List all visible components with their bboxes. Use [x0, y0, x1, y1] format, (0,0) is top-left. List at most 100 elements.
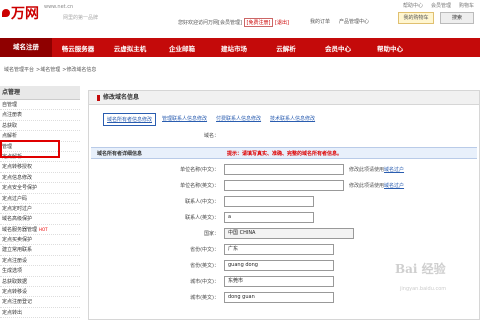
field-label: 城市(中文)：: [190, 279, 219, 285]
form-row: 单位名称(中文)： 修改此项请使用域名过户: [89, 163, 479, 177]
welcome-bar: 您好欢迎访问万网[会员管理] [免费注册] [退出]: [178, 18, 289, 27]
nav-enterprise-mail[interactable]: 企业邮箱: [156, 43, 208, 53]
breadcrumb-item: >修改域名信息: [62, 67, 97, 73]
field-label: 联系人(中文)：: [185, 199, 219, 205]
sidebar-item[interactable]: 定点信息修改: [0, 173, 80, 184]
hot-badge: HOT: [39, 226, 48, 232]
sidebar-item[interactable]: 定点安全号保护: [0, 183, 80, 194]
panel-title: 修改域名信息: [89, 91, 479, 105]
logo-mark-icon: [2, 9, 10, 17]
nav-cloud-dns[interactable]: 云解析: [260, 43, 312, 53]
sidebar-item[interactable]: 定点买卖保护: [0, 235, 80, 246]
sidebar: 点管理 自管理 点注册表 总获取 点解析 管理 定点解析 定点转移授权 定点信息…: [0, 86, 80, 320]
member-link[interactable]: 会员管理: [431, 2, 451, 9]
contact-en-input[interactable]: a: [224, 212, 314, 223]
contact-cn-input[interactable]: [224, 196, 314, 207]
logo-text: 万网: [11, 6, 39, 22]
sidebar-item[interactable]: 定点注册设: [0, 256, 80, 267]
tab-billing-contact[interactable]: 付费联系人信息修改: [213, 113, 264, 126]
org-name-cn-input[interactable]: [224, 164, 344, 175]
sidebar-item[interactable]: 生成选项: [0, 266, 80, 277]
sidebar-item[interactable]: 自管理: [0, 100, 80, 111]
panel-tabs: 域名所有者信息修改 管理联系人信息修改 付费联系人信息修改 技术联系人信息修改: [103, 113, 318, 126]
domain-label: 域名：: [203, 133, 219, 139]
form-row: 城市(英文)： dong guan: [89, 291, 479, 305]
tab-owner-info[interactable]: 域名所有者信息修改: [103, 113, 157, 126]
top-links: 帮助中心 会员管理 购物车: [403, 2, 474, 9]
hint-text: 修改此项请使用: [349, 167, 385, 173]
field-label: 省份(英文)：: [190, 263, 219, 269]
cart-link[interactable]: 购物车: [459, 2, 474, 9]
watermark-url: jingyan.baidu.com: [400, 286, 447, 292]
section-title: 域名所有者详细信息: [97, 151, 143, 157]
breadcrumb-item[interactable]: 域名管理平台: [4, 66, 34, 73]
country-select[interactable]: 中国 CHINA: [224, 228, 354, 239]
sidebar-item[interactable]: 总获取: [0, 121, 80, 132]
form-row: 省份(中文)： 广东: [89, 243, 479, 257]
tab-tech-contact[interactable]: 技术联系人信息修改: [267, 113, 318, 126]
sidebar-item[interactable]: 点注册表: [0, 110, 80, 121]
domain-row: 域名：: [89, 129, 479, 143]
nav-help-center[interactable]: 帮助中心: [364, 43, 416, 53]
city-cn-input[interactable]: 东莞市: [224, 276, 334, 287]
form-row: 联系人(英文)： a: [89, 211, 479, 225]
transfer-link[interactable]: 域名过户: [384, 183, 404, 189]
sidebar-item[interactable]: 总获取数据: [0, 277, 80, 288]
form-row: 联系人(中文)：: [89, 195, 479, 209]
form-row: 国家： 中国 CHINA: [89, 227, 479, 241]
product-center-link[interactable]: 产品管理中心: [339, 18, 369, 25]
nav-domain-register[interactable]: 域名注册: [0, 38, 52, 57]
search-button[interactable]: 搜索: [440, 12, 474, 24]
watermark-logo: Bai 经验: [395, 262, 446, 276]
city-en-input[interactable]: dong guan: [224, 292, 334, 303]
panel-title-text: 修改域名信息: [103, 94, 140, 101]
logo-url: www.net.cn: [44, 4, 74, 10]
sidebar-item-dns-server[interactable]: 域名服务器管理 HOT: [0, 225, 80, 236]
breadcrumb-item[interactable]: >域名管理: [36, 66, 60, 73]
top-header: 万网 www.net.cn 网里的第一品牌 您好欢迎访问万网[会员管理] [免费…: [0, 0, 480, 38]
help-link[interactable]: 帮助中心: [403, 2, 423, 9]
field-label: 单位名称(英文)：: [180, 183, 219, 189]
sidebar-item[interactable]: 定点过户码: [0, 194, 80, 204]
nav-cloud-host[interactable]: 云虚拟主机: [104, 43, 156, 53]
warning-text: 提示：请填写真实、准确、完整的域名所有者信息。: [227, 151, 343, 157]
nav-site-market[interactable]: 建站市场: [208, 43, 260, 53]
nav-member-center[interactable]: 会员中心: [312, 43, 364, 53]
field-label: 省份(中文)：: [190, 247, 219, 253]
welcome-text: 您好欢迎访问万网[会员管理]: [178, 20, 242, 26]
field-label: 城市(英文)：: [190, 295, 219, 301]
field-label: 国家：: [203, 231, 219, 237]
cart-button[interactable]: 我的购物车: [398, 12, 434, 24]
top-nav: 我的订单 产品管理中心: [310, 18, 369, 25]
tab-admin-contact[interactable]: 管理联系人信息修改: [159, 113, 210, 126]
field-hint: 修改此项请使用域名过户: [349, 166, 404, 173]
transfer-link[interactable]: 域名过户: [384, 167, 404, 173]
sidebar-item[interactable]: 定点转移授权: [0, 162, 80, 173]
section-info-bar: 域名所有者详细信息 提示：请填写真实、准确、完整的域名所有者信息。: [91, 147, 477, 159]
sidebar-item[interactable]: 域名高级保护: [0, 214, 80, 225]
sidebar-title: 点管理: [0, 86, 80, 100]
sidebar-item[interactable]: 建立常用联系: [0, 245, 80, 256]
sidebar-item[interactable]: 定点定时过户: [0, 204, 80, 215]
field-hint: 修改此项请使用域名过户: [349, 182, 404, 189]
logo-slogan: 网里的第一品牌: [63, 15, 99, 21]
free-register-link[interactable]: [免费注册]: [243, 18, 274, 27]
field-label: 单位名称(中文)：: [180, 167, 219, 173]
sidebar-item-label: 域名服务器管理: [2, 226, 38, 233]
province-en-input[interactable]: guang dong: [224, 260, 334, 271]
logout-link[interactable]: [退出]: [275, 20, 289, 26]
breadcrumb: 域名管理平台 >域名管理 >修改域名信息: [4, 66, 96, 73]
form-row: 单位名称(英文)： 修改此项请使用域名过户: [89, 179, 479, 193]
my-orders-link[interactable]: 我的订单: [310, 18, 330, 25]
field-label: 联系人(英文)：: [185, 215, 219, 221]
sidebar-item[interactable]: 定点注册登记: [0, 297, 80, 308]
province-cn-input[interactable]: 广东: [224, 244, 334, 255]
sidebar-item[interactable]: 定点转移设: [0, 287, 80, 298]
hint-text: 修改此项请使用: [349, 183, 385, 189]
nav-cloud-server[interactable]: 畅云服务器: [52, 43, 104, 53]
sidebar-item[interactable]: 定点转出: [0, 308, 80, 319]
main-nav: 域名注册 畅云服务器 云虚拟主机 企业邮箱 建站市场 云解析 会员中心 帮助中心: [0, 38, 480, 57]
sidebar-highlight-box: [0, 140, 60, 158]
logo[interactable]: 万网: [2, 3, 39, 23]
org-name-en-input[interactable]: [224, 180, 344, 191]
